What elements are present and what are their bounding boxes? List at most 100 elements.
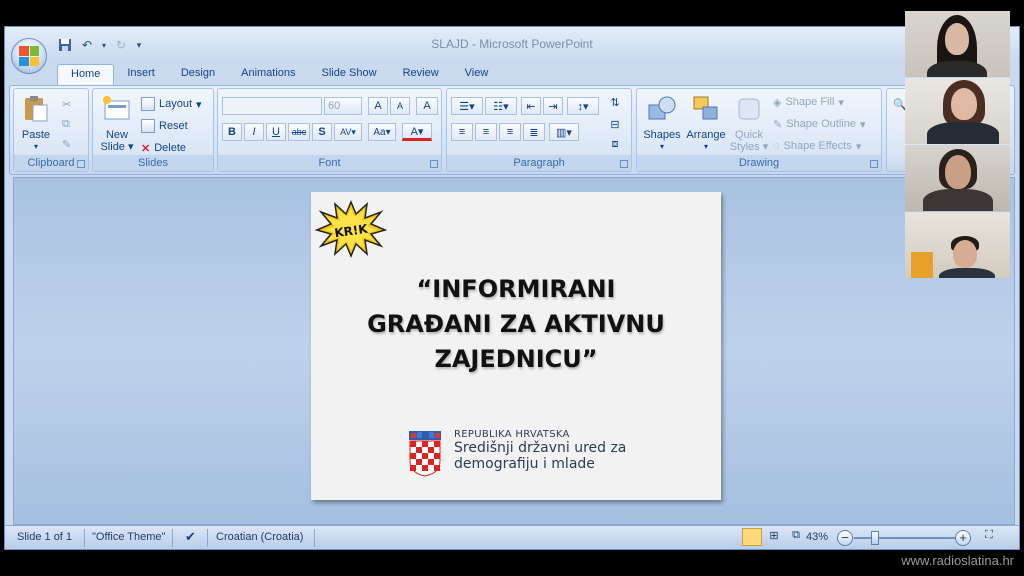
checker-square xyxy=(428,459,434,465)
font-size-select[interactable]: 60 xyxy=(324,97,362,115)
language-indicator[interactable]: Croatian (Croatia) xyxy=(216,531,303,543)
columns-icon[interactable]: ▥▾ xyxy=(549,123,579,141)
font-launcher-icon[interactable] xyxy=(430,160,438,168)
quick-access-toolbar: ↶ ▾ ↻ ▾ xyxy=(57,37,143,53)
slide-show-view-icon[interactable]: ⧉ xyxy=(786,528,806,546)
shape-fill-button[interactable]: ◈ Shape Fill ▾ xyxy=(773,93,844,111)
save-icon[interactable] xyxy=(57,37,73,53)
shape-outline-button[interactable]: ✎ Shape Outline ▾ xyxy=(773,115,865,133)
theme-name[interactable]: "Office Theme" xyxy=(92,531,165,543)
shapes-label: Shapes xyxy=(643,129,681,141)
shadow-icon[interactable]: S xyxy=(312,123,332,141)
checker-square xyxy=(422,441,428,447)
font-color-icon[interactable]: A▾ xyxy=(402,123,432,141)
font-name-select[interactable] xyxy=(222,97,322,115)
undo-icon[interactable]: ↶ xyxy=(79,37,95,53)
zoom-in-icon[interactable]: + xyxy=(955,530,971,546)
bold-icon[interactable]: B xyxy=(222,123,242,141)
increase-indent-icon[interactable]: ⇥ xyxy=(543,97,563,115)
underline-icon[interactable]: U xyxy=(266,123,286,141)
copy-icon[interactable]: ⧉ xyxy=(62,115,70,133)
powerpoint-window: SLAJD - Microsoft PowerPoint ↶ ▾ ↻ ▾ Hom… xyxy=(4,26,1020,550)
smartart-icon[interactable]: ⧈ xyxy=(603,135,627,153)
shrink-font-icon[interactable]: A xyxy=(390,97,410,115)
tab-view[interactable]: View xyxy=(452,64,502,86)
paste-button[interactable]: Paste ▾ xyxy=(18,95,54,153)
slide-title[interactable]: “INFORMIRANI GRAĐANI ZA AKTIVNU ZAJEDNIC… xyxy=(331,272,701,377)
arrange-button[interactable]: Arrange ▾ xyxy=(685,95,727,153)
zoom-slider-thumb[interactable] xyxy=(871,531,879,545)
line-spacing-icon[interactable]: ↕▾ xyxy=(567,97,599,115)
zoom-out-icon[interactable]: − xyxy=(837,530,853,546)
char-spacing-icon[interactable]: AV▾ xyxy=(334,123,362,141)
fit-to-window-icon[interactable]: ⛶ xyxy=(979,528,999,546)
delete-icon: ✕ xyxy=(141,142,151,155)
drawing-launcher-icon[interactable] xyxy=(870,160,878,168)
divider xyxy=(314,529,315,547)
divider xyxy=(172,529,173,547)
slide-workspace: KR!K “INFORMIRANI GRAĐANI ZA AKTIVNU ZAJ… xyxy=(13,177,1015,525)
tab-review[interactable]: Review xyxy=(390,64,452,86)
strikethrough-icon[interactable]: abc xyxy=(288,123,310,141)
justify-icon[interactable]: ≣ xyxy=(523,123,545,141)
clear-format-icon[interactable]: A xyxy=(416,97,438,115)
paragraph-group: ☰▾ ☷▾ ⇤ ⇥ ↕▾ ⇅ ≡ ≡ ≡ ≣ ▥▾ ⊟ ⧈ Paragraph xyxy=(446,88,632,172)
decrease-indent-icon[interactable]: ⇤ xyxy=(521,97,541,115)
bullets-icon[interactable]: ☰▾ xyxy=(451,97,483,115)
change-case-icon[interactable]: Aa▾ xyxy=(368,123,396,141)
normal-view-icon[interactable] xyxy=(742,528,762,546)
zoom-slider-track[interactable] xyxy=(854,537,960,539)
cut-icon[interactable]: ✂ xyxy=(62,95,71,113)
slide-canvas[interactable]: KR!K “INFORMIRANI GRAĐANI ZA AKTIVNU ZAJ… xyxy=(311,192,721,500)
clipboard-group: Paste ▾ ✂ ⧉ ✎ Clipboard xyxy=(13,88,89,172)
format-painter-icon[interactable]: ✎ xyxy=(62,135,71,153)
divider xyxy=(207,529,208,547)
italic-icon[interactable]: I xyxy=(244,123,264,141)
tab-design[interactable]: Design xyxy=(168,64,228,86)
numbering-icon[interactable]: ☷▾ xyxy=(485,97,517,115)
slides-label: Slides xyxy=(93,155,213,171)
text-direction-icon[interactable]: ⇅ xyxy=(603,93,627,111)
tab-slide-show[interactable]: Slide Show xyxy=(309,64,390,86)
video-tile-participant-3 xyxy=(905,145,1010,211)
paste-icon xyxy=(25,96,48,122)
font-group: 60 A A A B I U abc S AV▾ Aa▾ A▾ Font xyxy=(217,88,442,172)
office-button[interactable] xyxy=(11,38,47,74)
undo-dropdown-icon[interactable]: ▾ xyxy=(101,37,107,53)
reset-icon xyxy=(141,119,155,133)
participant-1-body xyxy=(927,61,987,77)
align-left-icon[interactable]: ≡ xyxy=(451,123,473,141)
tab-animations[interactable]: Animations xyxy=(228,64,308,86)
tab-insert[interactable]: Insert xyxy=(114,64,168,86)
checker-square xyxy=(428,447,434,453)
paragraph-launcher-icon[interactable] xyxy=(620,160,628,168)
shapes-button[interactable]: Shapes ▾ xyxy=(641,95,683,153)
slide-sorter-view-icon[interactable]: ⊞ xyxy=(764,528,784,546)
align-center-icon[interactable]: ≡ xyxy=(475,123,497,141)
tab-home[interactable]: Home xyxy=(57,64,115,86)
paragraph-label: Paragraph xyxy=(447,155,631,171)
checker-square xyxy=(434,441,440,447)
participant-4-face xyxy=(953,240,977,268)
new-slide-label-1: New xyxy=(105,129,128,141)
clipboard-launcher-icon[interactable] xyxy=(77,160,85,168)
customize-qat-icon[interactable]: ▾ xyxy=(135,37,143,53)
redo-icon[interactable]: ↻ xyxy=(113,37,129,53)
quick-styles-icon xyxy=(738,98,760,120)
shape-outline-icon: ✎ xyxy=(773,118,783,131)
quick-styles-button[interactable]: Quick Styles ▾ xyxy=(729,95,769,153)
shape-effects-button[interactable]: ◌ Shape Effects ▾ xyxy=(773,137,861,155)
window-title: SLAJD - Microsoft PowerPoint xyxy=(431,37,593,51)
participant-4-background-door xyxy=(911,252,933,278)
quick-styles-label-1: Quick xyxy=(734,129,764,141)
zoom-level[interactable]: 43% xyxy=(806,531,828,543)
grow-font-icon[interactable]: A xyxy=(368,97,388,115)
video-tile-participant-4 xyxy=(905,212,1010,278)
align-text-icon[interactable]: ⊟ xyxy=(603,115,627,133)
new-slide-button[interactable]: New Slide ▾ xyxy=(99,95,135,153)
reset-button[interactable]: Reset xyxy=(141,117,188,135)
align-right-icon[interactable]: ≡ xyxy=(499,123,521,141)
shape-effects-icon: ◌ xyxy=(773,140,780,152)
spell-check-icon[interactable]: ✔ xyxy=(185,529,196,545)
layout-button[interactable]: Layout ▾ xyxy=(141,95,202,113)
